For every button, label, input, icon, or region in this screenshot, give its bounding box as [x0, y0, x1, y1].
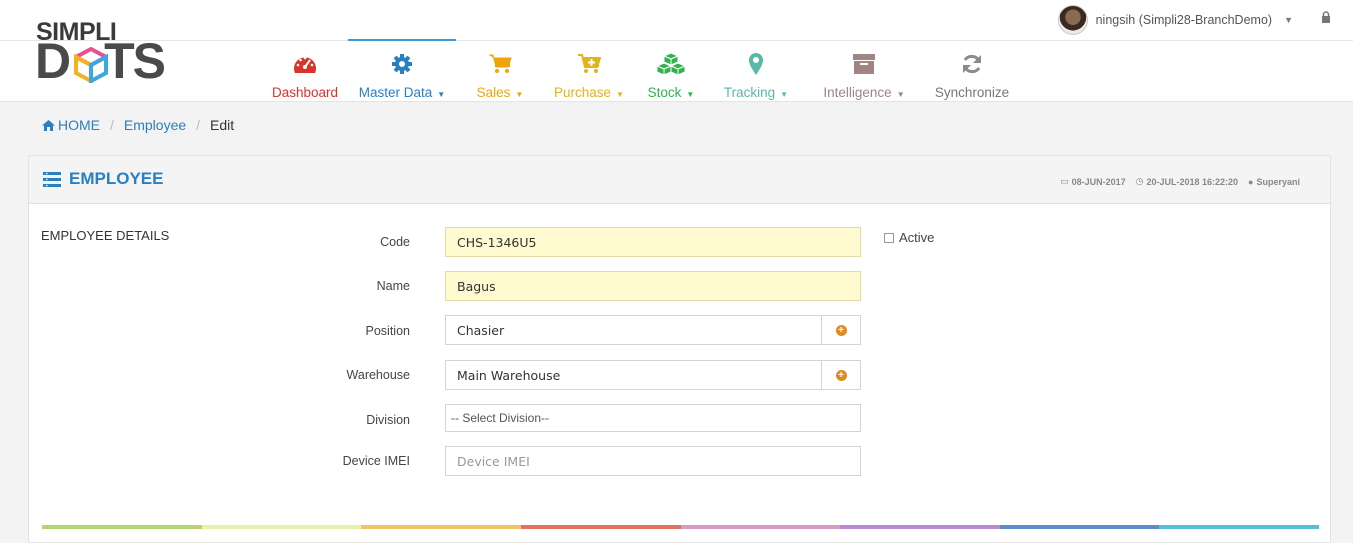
color-strip-segment: [520, 525, 681, 529]
breadcrumb-home[interactable]: HOME: [42, 117, 100, 133]
color-strip: [42, 525, 1319, 529]
warehouse-value: Main Warehouse: [457, 367, 561, 383]
cubes-icon: [655, 51, 687, 77]
chevron-down-icon: ▼: [780, 90, 789, 99]
user-name: ningsih (Simpli28-BranchDemo): [1095, 13, 1273, 27]
logo-letters-ts: TS: [104, 33, 166, 89]
imei-placeholder: Device IMEI: [457, 453, 530, 469]
nav-stock-label: Stock: [647, 85, 682, 100]
position-label: Position: [365, 324, 410, 338]
chevron-down-icon: ▼: [896, 90, 905, 99]
position-select[interactable]: Chasier: [445, 315, 822, 345]
user-icon: ●: [1248, 176, 1254, 187]
color-strip-segment: [840, 525, 1000, 529]
cart-plus-icon: [577, 51, 601, 77]
logo-letter-d: D: [35, 33, 71, 89]
chevron-down-icon: ▼: [686, 90, 695, 99]
color-strip-segment: [1159, 525, 1319, 529]
map-marker-icon: [748, 51, 764, 77]
code-field[interactable]: CHS-1346U5: [445, 227, 861, 257]
nav-intelligence[interactable]: Intelligence ▼: [804, 41, 924, 101]
warehouse-label: Warehouse: [346, 368, 410, 382]
imei-field[interactable]: Device IMEI: [445, 446, 861, 476]
nav-synchronize-label: Synchronize: [934, 85, 1010, 100]
breadcrumb-separator: /: [110, 117, 114, 133]
chevron-down-icon: ▼: [1284, 15, 1293, 25]
list-icon: [43, 171, 61, 187]
code-value: CHS-1346U5: [457, 234, 537, 250]
add-position-button[interactable]: +: [821, 315, 861, 345]
active-checkbox[interactable]: [884, 232, 894, 243]
nav-purchase[interactable]: Purchase ▼: [544, 41, 634, 101]
record-meta: ▭ 08-JUN-2017 ◷ 20-JUL-2018 16:22:20 ● Supe…: [1060, 176, 1300, 187]
user-menu[interactable]: ningsih (Simpli28-BranchDemo) ▼: [1057, 5, 1293, 35]
nav-synchronize[interactable]: Synchronize: [924, 41, 1020, 101]
created-date: 08-JUN-2017: [1071, 176, 1126, 187]
breadcrumb-home-label: HOME: [58, 117, 100, 133]
name-label: Name: [376, 279, 410, 293]
panel-header: EMPLOYEE ▭ 08-JUN-2017 ◷ 20-JUL-2018 16:22…: [29, 156, 1330, 204]
logo-cube-icon: [74, 47, 108, 83]
panel-title: EMPLOYEE: [43, 169, 163, 189]
updated-date: 20-JUL-2018 16:22:20: [1146, 176, 1239, 187]
chevron-down-icon: ▼: [616, 90, 624, 99]
nav-master-data-label: Master Data: [358, 85, 433, 100]
nav-sales-label: Sales: [476, 85, 511, 100]
clock-icon: ◷: [1135, 176, 1144, 186]
plus-circle-icon: +: [835, 369, 847, 381]
nav-dashboard-label: Dashboard: [271, 85, 339, 100]
calendar-icon: ▭: [1060, 176, 1069, 186]
lock-icon[interactable]: [1321, 11, 1331, 27]
logo[interactable]: SIMPLI D TS: [35, 14, 185, 89]
gear-icon: [391, 51, 413, 77]
position-value: Chasier: [457, 322, 505, 338]
add-warehouse-button[interactable]: +: [821, 360, 861, 390]
nav-purchase-label: Purchase: [554, 85, 612, 100]
active-label: Active: [899, 230, 935, 245]
employee-panel: EMPLOYEE ▭ 08-JUN-2017 ◷ 20-JUL-2018 16:22…: [28, 155, 1331, 543]
breadcrumb-separator: /: [196, 117, 201, 133]
nav-master-data[interactable]: Master Data ▼: [348, 39, 456, 101]
active-checkbox-wrap[interactable]: Active: [884, 230, 934, 245]
warehouse-select[interactable]: Main Warehouse: [445, 360, 822, 390]
division-value: -- Select Division--: [451, 411, 550, 425]
nav-sales[interactable]: Sales ▼: [456, 41, 544, 101]
main-nav: Dashboard Master Data ▼ Sales ▼ Purchase ▼: [262, 39, 1020, 101]
code-label: Code: [380, 235, 410, 249]
color-strip-segment: [361, 525, 521, 529]
chevron-down-icon: ▼: [437, 90, 446, 99]
chevron-down-icon: ▼: [515, 90, 524, 99]
division-select[interactable]: -- Select Division--: [445, 404, 861, 432]
color-strip-segment: [680, 525, 841, 529]
nav-intelligence-label: Intelligence: [823, 85, 892, 100]
sync-icon: [961, 51, 983, 77]
home-icon: [42, 119, 55, 131]
color-strip-segment: [201, 525, 362, 529]
color-strip-segment: [42, 525, 202, 529]
avatar: [1057, 5, 1088, 35]
name-field[interactable]: Bagus: [445, 271, 861, 301]
division-label: Division: [366, 413, 410, 427]
breadcrumb-employee[interactable]: Employee: [124, 117, 186, 133]
imei-label: Device IMEI: [342, 454, 410, 468]
archive-icon: [852, 51, 876, 77]
cart-icon: [488, 51, 512, 77]
nav-stock[interactable]: Stock ▼: [634, 41, 708, 101]
updated-by: Superyani: [1256, 176, 1300, 187]
panel-title-text: EMPLOYEE: [69, 169, 164, 188]
breadcrumb: HOME / Employee / Edit: [28, 103, 1331, 147]
nav-tracking-label: Tracking: [723, 85, 776, 100]
nav-tracking[interactable]: Tracking ▼: [708, 41, 804, 101]
dashboard-icon: [292, 51, 318, 77]
name-value: Bagus: [457, 278, 496, 294]
breadcrumb-current: Edit: [210, 117, 235, 133]
top-bar: SIMPLI D TS ningsih (Simpli28-BranchDemo)…: [0, 0, 1353, 102]
color-strip-segment: [999, 525, 1160, 529]
nav-dashboard[interactable]: Dashboard: [262, 41, 348, 101]
section-title: EMPLOYEE DETAILS: [41, 228, 170, 243]
plus-circle-icon: +: [835, 324, 847, 336]
